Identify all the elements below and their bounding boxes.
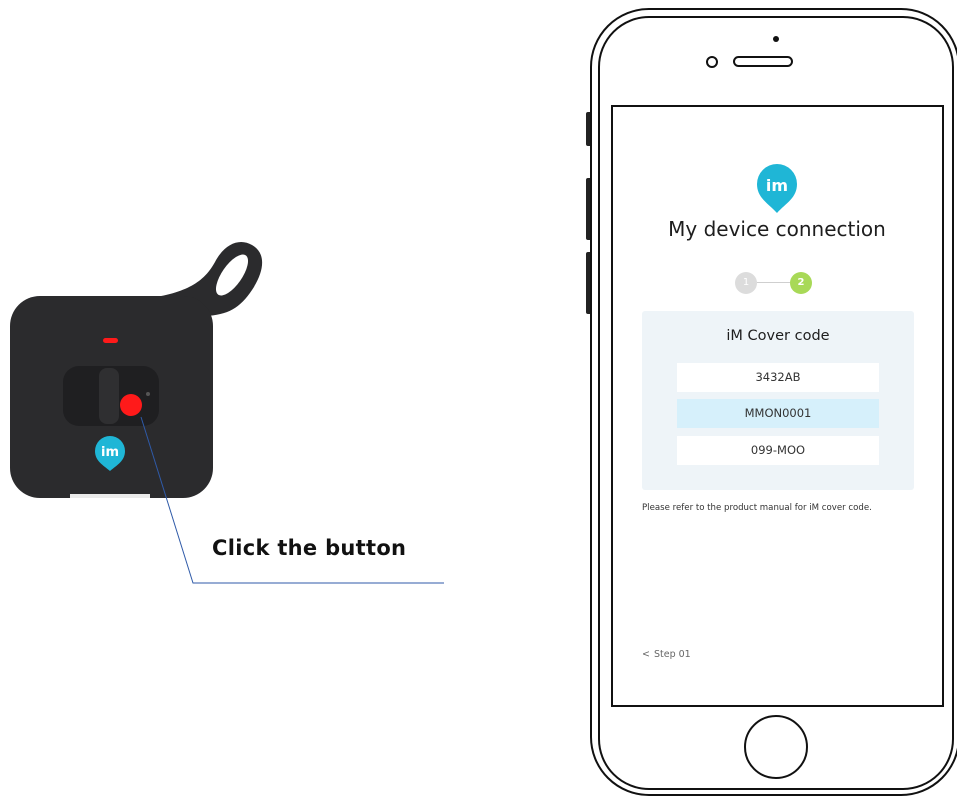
cover-code-title: iM Cover code — [726, 328, 830, 344]
home-button[interactable] — [744, 715, 808, 779]
page-title: My device connection — [668, 217, 886, 241]
cover-code-option[interactable]: 099-MOO — [677, 436, 879, 465]
im-cover-device: im — [10, 241, 444, 584]
device-action-button[interactable] — [120, 394, 142, 416]
im-pin-logo-icon: im — [757, 164, 797, 213]
app-screen: im My device connection 1 2 iM Cover cod… — [613, 107, 941, 705]
cover-code-option[interactable]: 3432AB — [677, 363, 879, 392]
manual-hint-text: Please refer to the product manual for i… — [642, 503, 872, 513]
step-connector — [757, 282, 790, 283]
step-1-dot[interactable]: 1 — [735, 272, 757, 294]
back-to-step-01-link[interactable]: < Step 01 — [642, 649, 691, 660]
led-indicator — [103, 338, 118, 343]
front-camera — [773, 36, 779, 42]
step-2-dot: 2 — [790, 272, 812, 294]
callout-label: Click the button — [212, 536, 407, 560]
svg-text:im: im — [101, 445, 119, 460]
cover-code-option-selected[interactable]: MMON0001 — [677, 399, 879, 428]
step-indicator: 1 2 — [733, 270, 823, 296]
cover-code-panel: iM Cover code 3432AB MMON0001 099-MOO — [642, 311, 914, 490]
svg-text:im: im — [766, 176, 788, 195]
chevron-left-icon: < — [642, 649, 650, 660]
back-link-label: Step 01 — [653, 649, 691, 660]
